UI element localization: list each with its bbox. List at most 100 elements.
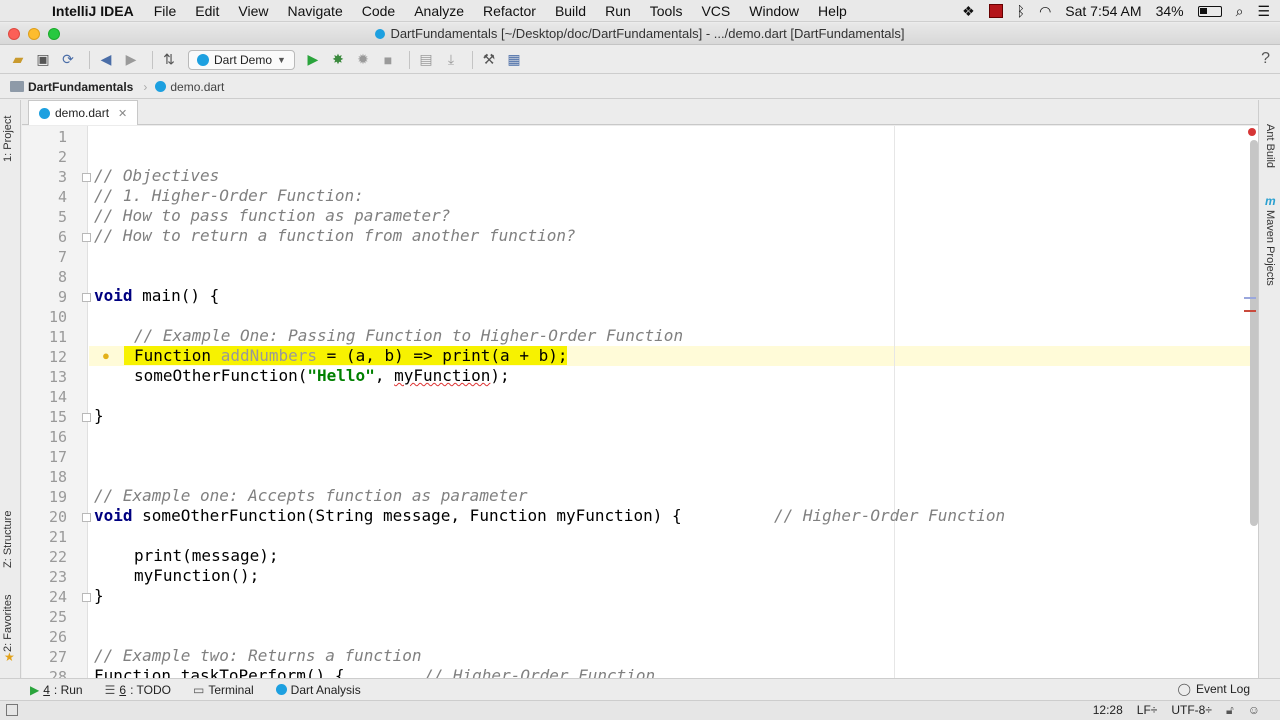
menu-code[interactable]: Code bbox=[362, 3, 395, 19]
todo-tool-button[interactable]: ☰ 6: TODO bbox=[105, 683, 171, 697]
menu-run[interactable]: Run bbox=[605, 3, 631, 19]
event-log-button[interactable]: ◯ Event Log bbox=[1178, 682, 1250, 696]
menu-navigate[interactable]: Navigate bbox=[287, 3, 342, 19]
dart-icon bbox=[275, 684, 287, 695]
recording-icon[interactable] bbox=[988, 4, 1003, 18]
favorites-tool-button[interactable]: 2: Favorites bbox=[2, 595, 14, 652]
folder-icon bbox=[10, 81, 24, 92]
code-line-23: myFunction(); bbox=[134, 566, 260, 585]
sync-icon[interactable]: ⟳ bbox=[58, 50, 78, 70]
menu-analyze[interactable]: Analyze bbox=[414, 3, 464, 19]
breadcrumb-file[interactable]: demo.dart bbox=[155, 80, 234, 94]
ant-build-tool-button[interactable]: Ant Build bbox=[1264, 124, 1276, 168]
battery-icon[interactable] bbox=[1197, 5, 1222, 17]
window-minimize-button[interactable] bbox=[28, 28, 40, 40]
fold-marker[interactable] bbox=[82, 513, 91, 522]
bluetooth-icon[interactable]: ᛒ bbox=[1017, 3, 1025, 19]
caret-position[interactable]: 12:28 bbox=[1093, 703, 1123, 718]
hector-icon[interactable]: ☺︎ bbox=[1248, 703, 1260, 718]
line-number: 1 bbox=[57, 128, 67, 146]
run-icon[interactable]: ▶ bbox=[303, 50, 323, 70]
lock-icon[interactable]: 🔓︎ bbox=[1226, 703, 1234, 718]
menu-build[interactable]: Build bbox=[555, 3, 586, 19]
editor-scrollbar[interactable] bbox=[1250, 140, 1258, 526]
intention-bulb-icon[interactable]: ● bbox=[102, 348, 110, 363]
debug-icon[interactable]: ✸ bbox=[328, 50, 348, 70]
code-editor[interactable]: 1 2 3 4 5 6 7 8 9 10 11 12 13 14 15 16 1… bbox=[22, 126, 1258, 678]
open-folder-icon[interactable]: ▰ bbox=[8, 50, 28, 70]
fold-marker[interactable] bbox=[82, 293, 91, 302]
dart-file-icon bbox=[375, 28, 386, 39]
structure-tool-button[interactable]: Z: Structure bbox=[2, 511, 14, 568]
todo-tool-key: 6 bbox=[119, 682, 127, 697]
status-bar: 12:28 LF÷ UTF-8÷ 🔓︎ ☺︎ bbox=[0, 700, 1280, 720]
error-stripe-icon[interactable] bbox=[1248, 128, 1256, 136]
line-number: 18 bbox=[48, 468, 67, 486]
line-number: 26 bbox=[48, 628, 67, 646]
back-icon[interactable]: ◀ bbox=[96, 50, 116, 70]
line-number: 10 bbox=[48, 308, 67, 326]
window-title-bar: DartFundamentals [~/Desktop/doc/DartFund… bbox=[0, 23, 1280, 45]
dart-analysis-label: Dart Analysis bbox=[290, 682, 361, 697]
menu-vcs[interactable]: VCS bbox=[701, 3, 730, 19]
project-structure-icon[interactable]: ▦ bbox=[504, 50, 524, 70]
code-line-19: // Example one: Accepts function as para… bbox=[94, 486, 528, 505]
help-icon[interactable]: ? bbox=[1261, 50, 1270, 68]
fold-marker[interactable] bbox=[82, 593, 91, 602]
vcs-commit-icon[interactable]: ⤓ bbox=[441, 50, 461, 70]
run-tool-label: : Run bbox=[53, 682, 83, 697]
app-menu[interactable]: IntelliJ IDEA bbox=[52, 3, 134, 19]
code-line-27: // Example two: Returns a function bbox=[94, 646, 422, 665]
run-configuration-select[interactable]: Dart Demo ▼ bbox=[188, 49, 295, 70]
menu-view[interactable]: View bbox=[238, 3, 268, 19]
settings-icon[interactable]: ⚒ bbox=[479, 50, 499, 70]
menu-file[interactable]: File bbox=[154, 3, 177, 19]
tool-windows-toggle-icon[interactable] bbox=[6, 704, 18, 716]
spotlight-search-icon[interactable]: ⌕ bbox=[1236, 3, 1244, 20]
fold-marker[interactable] bbox=[82, 173, 91, 182]
close-icon[interactable]: ✕ bbox=[118, 107, 127, 120]
line-number: 17 bbox=[48, 448, 67, 466]
coverage-icon[interactable]: ✹ bbox=[353, 50, 373, 70]
line-number: 24 bbox=[48, 588, 67, 606]
line-number: 21 bbox=[48, 528, 67, 546]
todo-tool-label: : TODO bbox=[130, 682, 171, 697]
menu-edit[interactable]: Edit bbox=[195, 3, 219, 19]
usage-mark[interactable] bbox=[1244, 297, 1256, 299]
encoding-select[interactable]: UTF-8÷ bbox=[1171, 703, 1212, 718]
vcs-update-icon[interactable]: ▤ bbox=[416, 50, 436, 70]
run-tool-button[interactable]: ▶ 4: Run bbox=[30, 683, 83, 697]
wifi-icon[interactable]: ◠ bbox=[1039, 3, 1051, 20]
build-icon[interactable]: ⇅ bbox=[159, 50, 179, 70]
line-number: 11 bbox=[48, 328, 67, 346]
clock[interactable]: Sat 7:54 AM bbox=[1065, 3, 1141, 19]
event-log-label: Event Log bbox=[1195, 682, 1250, 696]
warning-mark[interactable] bbox=[1244, 310, 1256, 312]
event-log-icon: ◯ bbox=[1177, 682, 1191, 696]
notification-center-icon[interactable]: ☰ bbox=[1257, 3, 1270, 20]
fold-marker[interactable] bbox=[82, 413, 91, 422]
dart-analysis-tool-button[interactable]: Dart Analysis bbox=[275, 682, 361, 697]
breadcrumb-project[interactable]: DartFundamentals bbox=[10, 80, 143, 94]
tab-demo-dart[interactable]: demo.dart ✕ bbox=[28, 100, 139, 125]
dropbox-icon[interactable]: ❖ bbox=[962, 3, 975, 20]
code-line-28-comment: // Higher-Order Function bbox=[424, 666, 656, 678]
menu-help[interactable]: Help bbox=[818, 3, 847, 19]
terminal-tool-button[interactable]: ▭ Terminal bbox=[193, 683, 254, 697]
menu-tools[interactable]: Tools bbox=[650, 3, 683, 19]
stop-icon[interactable]: ■ bbox=[378, 50, 398, 70]
window-zoom-button[interactable] bbox=[48, 28, 60, 40]
menu-window[interactable]: Window bbox=[749, 3, 799, 19]
menu-refactor[interactable]: Refactor bbox=[483, 3, 536, 19]
battery-percent[interactable]: 34% bbox=[1156, 3, 1184, 19]
window-close-button[interactable] bbox=[8, 28, 20, 40]
code-text: Function bbox=[134, 346, 221, 365]
code-line-12: Function addNumbers = (a, b) => print(a … bbox=[124, 346, 568, 365]
save-all-icon[interactable]: ▣ bbox=[33, 50, 53, 70]
line-separator-select[interactable]: LF÷ bbox=[1137, 703, 1158, 718]
fold-marker[interactable] bbox=[82, 233, 91, 242]
project-tool-button[interactable]: 1: Project bbox=[2, 116, 14, 162]
maven-projects-tool-button[interactable]: Maven Projects bbox=[1264, 210, 1276, 286]
line-number: 15 bbox=[48, 408, 67, 426]
forward-icon[interactable]: ▶ bbox=[121, 50, 141, 70]
